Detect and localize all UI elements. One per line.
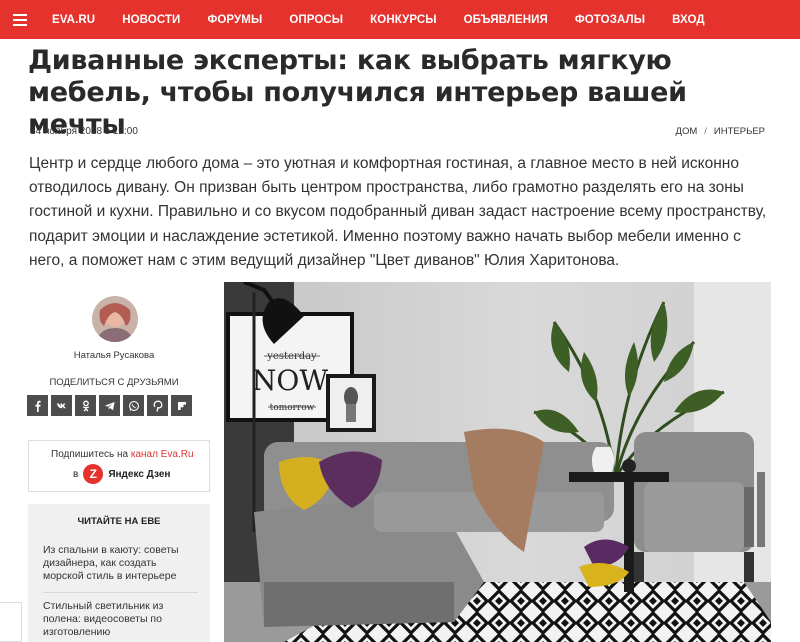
- nav-logo[interactable]: EVA.RU: [52, 14, 95, 26]
- article-photo[interactable]: yesterday NOW. tomorrow: [224, 282, 771, 642]
- nav-contests[interactable]: КОНКУРСЫ: [370, 14, 436, 26]
- subscribe-text: Подпишитесь на канал Eva.Ru: [51, 449, 194, 460]
- nav-classifieds[interactable]: ОБЪЯВЛЕНИЯ: [464, 14, 548, 26]
- breadcrumb-home[interactable]: ДОМ: [676, 126, 698, 137]
- odnoklassniki-icon[interactable]: [75, 395, 96, 416]
- nav-forums[interactable]: ФОРУМЫ: [207, 14, 262, 26]
- read-more-title: ЧИТАЙТЕ НА ЕВЕ: [77, 516, 161, 527]
- divider: [43, 592, 198, 593]
- poster-yesterday: yesterday: [266, 351, 317, 362]
- side-widget-edge: [0, 602, 22, 642]
- poster-tomorrow: tomorrow: [270, 403, 315, 413]
- telegram-icon[interactable]: [99, 395, 120, 416]
- yandex-zen-label[interactable]: Яндекс Дзен: [108, 469, 170, 480]
- subscribe-in-label: в: [73, 468, 79, 480]
- avatar[interactable]: [92, 296, 138, 342]
- menu-icon[interactable]: [0, 0, 40, 39]
- subscribe-link[interactable]: канал Eva.Ru: [131, 449, 194, 460]
- flipboard-icon[interactable]: [171, 395, 192, 416]
- zen-row[interactable]: в Z Яндекс Дзен: [73, 464, 170, 484]
- read-more-item[interactable]: Из спальни в каюту: советы дизайнера, ка…: [43, 544, 198, 583]
- nav-news[interactable]: НОВОСТИ: [122, 14, 180, 26]
- breadcrumb: ДОМ / ИНТЕРЬЕР: [676, 126, 765, 137]
- yandex-zen-icon[interactable]: Z: [83, 464, 104, 484]
- read-more-box: ЧИТАЙТЕ НА ЕВЕ Из спальни в каюту: совет…: [28, 504, 210, 642]
- pinterest-icon[interactable]: [147, 395, 168, 416]
- article-lead: Центр и сердце любого дома – это уютная …: [29, 155, 767, 269]
- subscribe-box: Подпишитесь на канал Eva.Ru в Z Яндекс Д…: [28, 440, 210, 492]
- main-nav: EVA.RU НОВОСТИ ФОРУМЫ ОПРОСЫ КОНКУРСЫ ОБ…: [40, 14, 705, 26]
- article-date: 14 ноября 2018 в 12:00: [30, 126, 138, 137]
- nav-photos[interactable]: ФОТОЗАЛЫ: [575, 14, 645, 26]
- article-title: Диванные эксперты: как выбрать мягкую ме…: [28, 45, 687, 140]
- top-nav-bar: EVA.RU НОВОСТИ ФОРУМЫ ОПРОСЫ КОНКУРСЫ ОБ…: [0, 0, 800, 39]
- nav-login[interactable]: ВХОД: [672, 14, 705, 26]
- poster-now: NOW.: [252, 364, 332, 397]
- share-title: ПОДЕЛИТЬСЯ С ДРУЗЬЯМИ: [49, 377, 179, 388]
- read-more-item[interactable]: Стильный светильник из полена: видеосове…: [43, 600, 198, 639]
- vk-icon[interactable]: [51, 395, 72, 416]
- breadcrumb-separator: /: [704, 126, 707, 137]
- share-buttons: [27, 395, 192, 416]
- facebook-icon[interactable]: [27, 395, 48, 416]
- breadcrumb-interior[interactable]: ИНТЕРЬЕР: [714, 126, 765, 137]
- nav-polls[interactable]: ОПРОСЫ: [289, 14, 343, 26]
- whatsapp-icon[interactable]: [123, 395, 144, 416]
- subscribe-prefix: Подпишитесь на: [51, 449, 131, 460]
- author-name[interactable]: Наталья Русакова: [30, 350, 198, 361]
